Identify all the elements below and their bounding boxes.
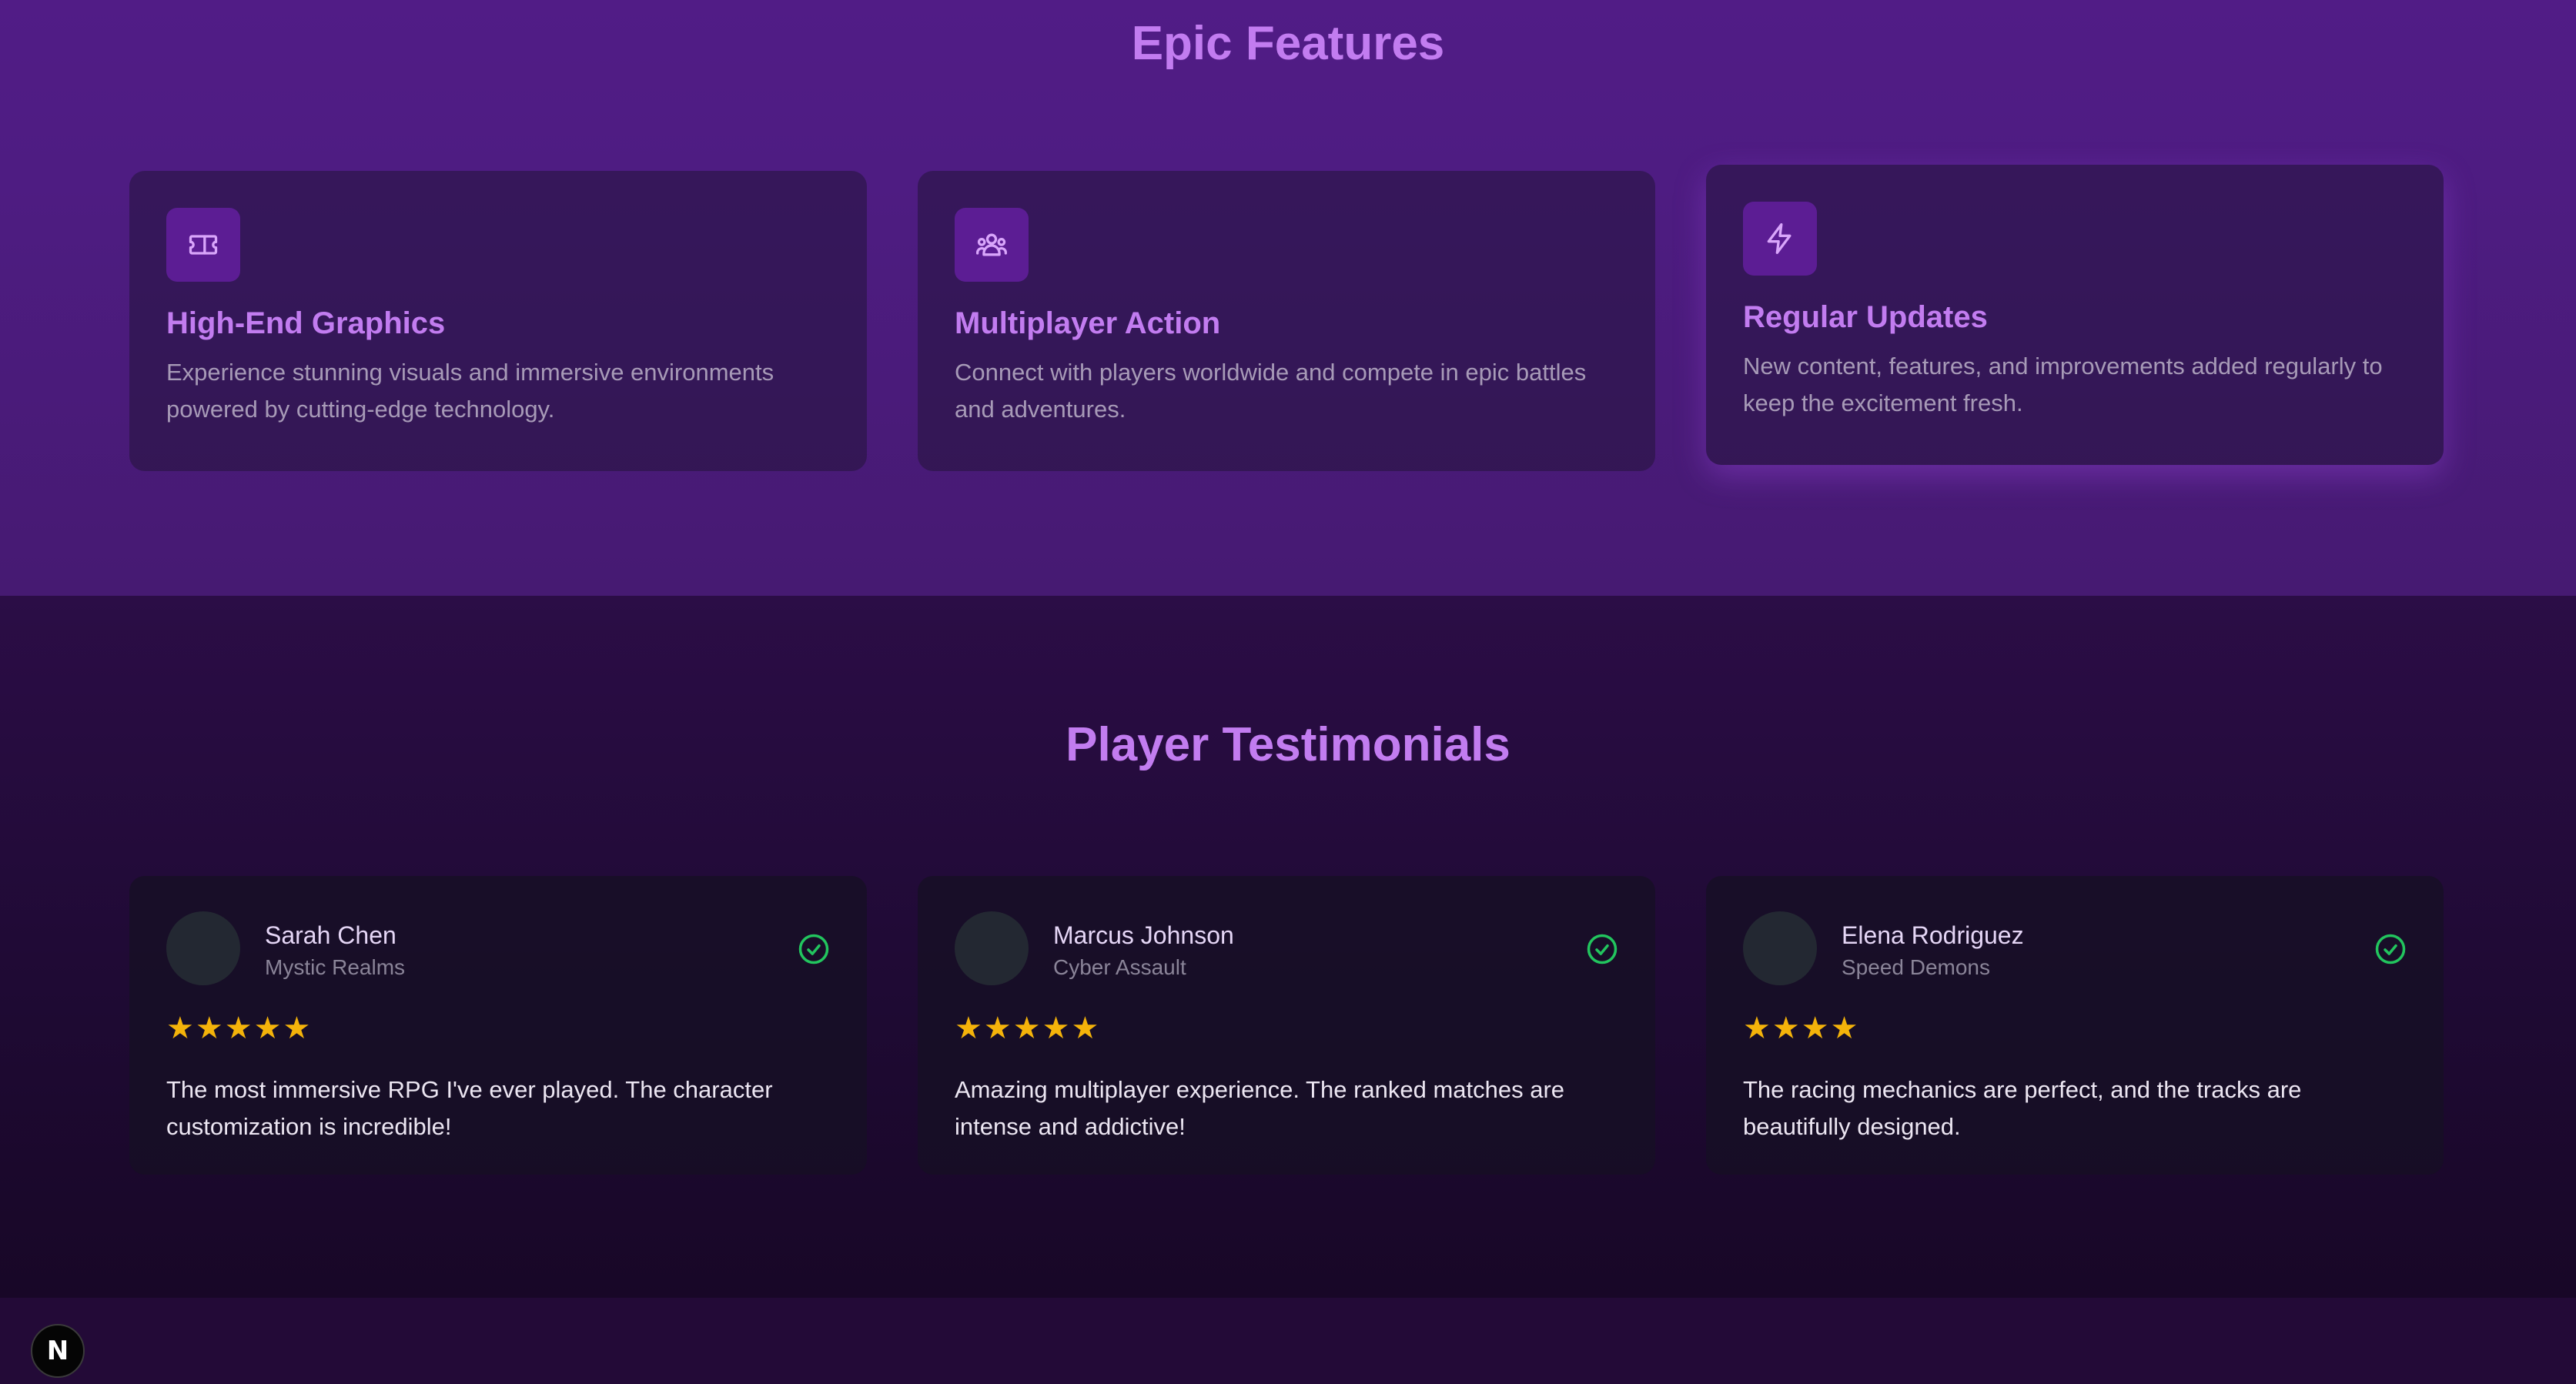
reviewer-name: Elena Rodriguez [1842, 921, 2024, 949]
testimonial-card: Sarah Chen Mystic Realms ★★★★★ The most … [129, 876, 867, 1175]
reviewer-name: Marcus Johnson [1053, 921, 1234, 949]
testimonials-title: Player Testimonials [1066, 718, 1510, 771]
avatar [1743, 911, 1817, 985]
ticket-icon [166, 208, 240, 282]
nextjs-dev-indicator-button[interactable]: N [31, 1324, 85, 1378]
feature-title: High-End Graphics [166, 306, 446, 340]
verified-check-icon [798, 934, 829, 964]
feature-card-multiplayer: Multiplayer Action Connect with players … [918, 171, 1655, 471]
testimonial-card: Elena Rodriguez Speed Demons ★★★★ The ra… [1706, 876, 2444, 1175]
lightning-icon [1743, 202, 1817, 276]
avatar [955, 911, 1029, 985]
game-name: Speed Demons [1842, 955, 1991, 979]
verified-check-icon [1587, 934, 1618, 964]
testimonial-quote: The racing mechanics are perfect, and th… [1743, 1076, 2302, 1140]
feature-title: Multiplayer Action [955, 306, 1221, 340]
footer-band [0, 1298, 2576, 1384]
testimonial-quote: The most immersive RPG I've ever played.… [166, 1076, 773, 1140]
avatar [166, 911, 240, 985]
game-name: Cyber Assault [1053, 955, 1186, 979]
game-name: Mystic Realms [265, 955, 406, 979]
star-rating: ★★★★ [1743, 1011, 1860, 1045]
feature-title: Regular Updates [1743, 300, 1988, 334]
feature-description: Experience stunning visuals and immersiv… [166, 359, 774, 423]
features-title: Epic Features [1131, 17, 1445, 70]
verified-check-icon [2375, 934, 2406, 964]
users-icon [955, 208, 1029, 282]
star-rating: ★★★★★ [955, 1011, 1101, 1045]
star-rating: ★★★★★ [166, 1011, 313, 1045]
feature-description: New content, features, and improvements … [1743, 353, 2383, 416]
reviewer-name: Sarah Chen [265, 921, 396, 949]
feature-card-updates: Regular Updates New content, features, a… [1706, 165, 2444, 465]
testimonial-quote: Amazing multiplayer experience. The rank… [955, 1076, 1565, 1140]
feature-description: Connect with players worldwide and compe… [955, 359, 1587, 423]
feature-card-graphics: High-End Graphics Experience stunning vi… [129, 171, 867, 471]
testimonial-card: Marcus Johnson Cyber Assault ★★★★★ Amazi… [918, 876, 1655, 1175]
